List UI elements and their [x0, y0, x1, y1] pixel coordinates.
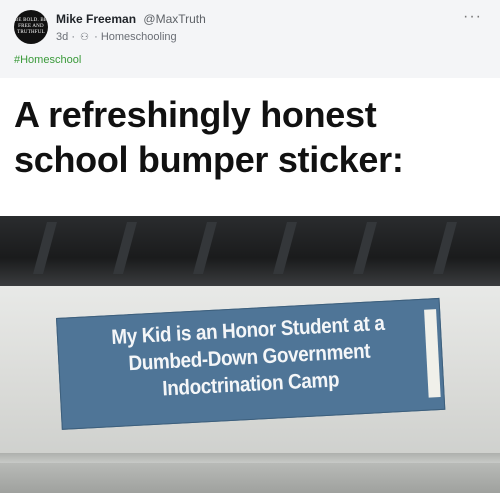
caption-line-1: A refreshingly honest	[14, 94, 377, 135]
bumper-bottom	[0, 463, 500, 493]
image-caption: A refreshingly honest school bumper stic…	[14, 92, 494, 182]
bumper-photo: My Kid is an Honor Student at a Dumbed-D…	[0, 216, 500, 493]
bumper-sticker: My Kid is an Honor Student at a Dumbed-D…	[56, 297, 446, 430]
author-handle[interactable]: @MaxTruth	[143, 12, 205, 26]
tire-tread	[273, 222, 297, 274]
bumper-edge	[0, 453, 500, 463]
caption-line-2: school bumper sticker:	[14, 139, 404, 180]
tire-tread	[113, 222, 137, 274]
more-options-icon[interactable]: ···	[463, 8, 482, 26]
tire	[0, 216, 500, 286]
tire-tread	[33, 222, 57, 274]
hashtag-link[interactable]: #Homeschool	[14, 54, 81, 66]
avatar[interactable]: BE BOLD. BE FREE AND TRUTHFUL	[14, 10, 48, 44]
meta-separator: ·	[71, 31, 75, 43]
tire-tread	[353, 222, 377, 274]
sticker-tag	[424, 309, 441, 398]
author-name[interactable]: Mike Freeman	[56, 12, 136, 26]
author-line: Mike Freeman @MaxTruth	[56, 12, 206, 26]
tire-tread	[433, 222, 457, 274]
post-image[interactable]: A refreshingly honest school bumper stic…	[0, 78, 500, 493]
avatar-text: BE BOLD. BE FREE AND TRUTHFUL	[14, 18, 48, 35]
meta-separator-2: ·	[94, 31, 98, 43]
sticker-text: My Kid is an Honor Student at a Dumbed-D…	[76, 308, 422, 407]
post-age[interactable]: 3d	[56, 31, 68, 43]
post-meta: 3d · ⚇ · Homeschooling	[56, 31, 177, 43]
group-icon: ⚇	[80, 32, 90, 43]
group-link[interactable]: Homeschooling	[101, 31, 177, 43]
tire-tread	[193, 222, 217, 274]
post-header: BE BOLD. BE FREE AND TRUTHFUL Mike Freem…	[0, 0, 500, 79]
